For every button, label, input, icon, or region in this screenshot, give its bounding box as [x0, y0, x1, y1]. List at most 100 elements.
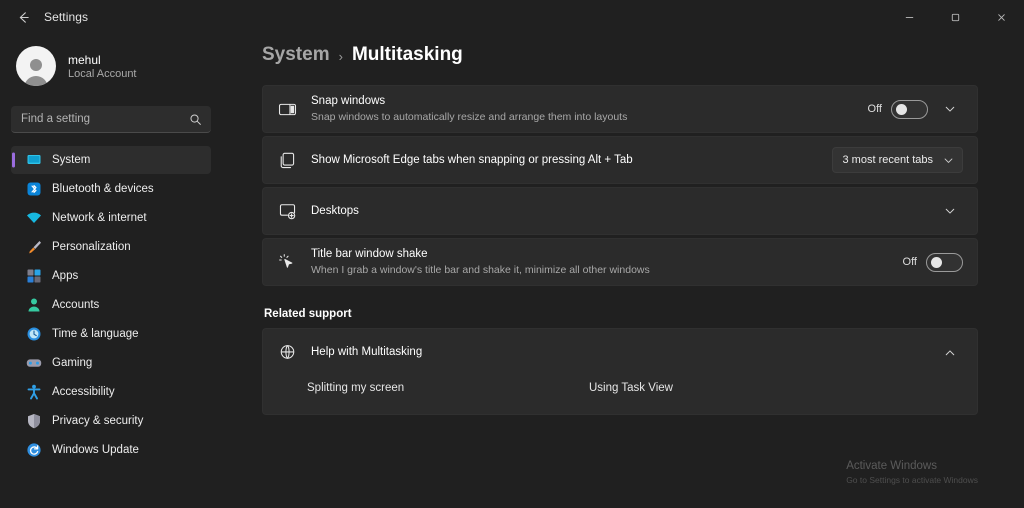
sidebar-item-network-internet[interactable]: Network & internet: [11, 204, 211, 232]
toggle-state-label: Off: [867, 103, 882, 115]
setting-controls: [937, 198, 963, 224]
title-bar: Settings: [0, 0, 1024, 34]
setting-controls: 3 most recent tabs: [831, 147, 963, 173]
setting-subtitle: When I grab a window's title bar and sha…: [311, 263, 650, 276]
setting-card-desktops[interactable]: Desktops: [262, 187, 978, 235]
activate-windows-watermark: Activate Windows Go to Settings to activ…: [846, 459, 978, 486]
setting-controls: Off: [868, 96, 963, 122]
sidebar-item-label: Network & internet: [52, 212, 147, 224]
title-bar-shake-toggle[interactable]: [926, 252, 963, 272]
setting-title: Show Microsoft Edge tabs when snapping o…: [311, 153, 633, 166]
dropdown-value: 3 most recent tabs: [842, 154, 934, 166]
account-type: Local Account: [68, 67, 137, 80]
cursor-shake-icon: [275, 250, 299, 274]
support-text: Help with Multitasking: [311, 345, 937, 360]
search-input[interactable]: [11, 106, 211, 133]
account-summary[interactable]: mehul Local Account: [11, 34, 211, 94]
setting-text: Show Microsoft Edge tabs when snapping o…: [311, 153, 832, 168]
breadcrumb-parent[interactable]: System: [262, 44, 330, 66]
close-button[interactable]: [978, 0, 1024, 34]
snap-windows-expander-chevron-down-icon[interactable]: [937, 96, 963, 122]
maximize-button[interactable]: [932, 0, 978, 34]
setting-title: Snap windows: [311, 94, 386, 107]
account-text: mehul Local Account: [68, 53, 137, 80]
help-globe-icon: [275, 341, 299, 365]
sidebar-item-windows-update[interactable]: Windows Update: [11, 436, 211, 464]
sidebar-item-label: Windows Update: [52, 444, 139, 456]
sidebar-item-label: System: [52, 154, 91, 166]
shield-icon: [25, 413, 42, 430]
support-link-splitting-my-screen[interactable]: Splitting my screen: [307, 382, 589, 394]
breadcrumb: System › Multitasking: [262, 44, 978, 66]
desktop-add-icon: [275, 199, 299, 223]
back-button[interactable]: [6, 2, 40, 32]
chevron-down-icon: [943, 155, 954, 166]
setting-text: Desktops: [311, 204, 937, 219]
edge-tabs-dropdown[interactable]: 3 most recent tabs: [831, 147, 963, 173]
page-title: Multitasking: [351, 44, 463, 65]
watermark-title: Activate Windows: [846, 460, 937, 473]
sidebar-item-label: Bluetooth & devices: [52, 183, 154, 195]
sidebar-item-label: Privacy & security: [52, 415, 144, 427]
related-support-heading: Related support: [264, 308, 352, 320]
toggle-state-label: Off: [902, 256, 917, 268]
sidebar-item-label: Accounts: [52, 299, 100, 311]
title-bar-shake-toggle-group[interactable]: Off: [902, 252, 963, 272]
setting-card-title-bar-window-shake[interactable]: Title bar window shake When I grab a win…: [262, 238, 978, 286]
apps-grid-icon: [25, 268, 42, 285]
setting-subtitle: Snap windows to automatically resize and…: [311, 110, 628, 123]
help-with-multitasking-row[interactable]: Help with Multitasking: [263, 329, 977, 376]
related-support-card: Help with Multitasking Splitting my scre…: [262, 328, 978, 415]
support-links: Splitting my screen Using Task View: [263, 376, 977, 414]
window-controls: [886, 0, 1024, 34]
sidebar-item-label: Personalization: [52, 241, 131, 253]
sidebar-item-gaming[interactable]: Gaming: [11, 349, 211, 377]
setting-title: Title bar window shake: [311, 247, 428, 260]
sidebar-item-accessibility[interactable]: Accessibility: [11, 378, 211, 406]
snap-windows-toggle-group[interactable]: Off: [867, 99, 928, 119]
setting-controls: Off: [902, 252, 963, 272]
minimize-button[interactable]: [886, 0, 932, 34]
wifi-icon: [25, 210, 42, 227]
search-icon[interactable]: [186, 110, 205, 129]
sidebar: mehul Local Account Find a setting Syste…: [0, 34, 222, 508]
paintbrush-icon: [25, 239, 42, 256]
avatar: [16, 46, 56, 86]
watermark-subtitle: Go to Settings to activate Windows: [846, 474, 978, 485]
setting-text: Title bar window shake When I grab a win…: [311, 247, 903, 278]
support-title: Help with Multitasking: [311, 346, 423, 359]
sidebar-item-bluetooth-devices[interactable]: Bluetooth & devices: [11, 175, 211, 203]
snap-windows-toggle[interactable]: [891, 99, 928, 119]
tabs-stack-icon: [275, 148, 299, 172]
sidebar-item-privacy-security[interactable]: Privacy & security: [11, 407, 211, 435]
setting-title: Desktops: [311, 204, 359, 217]
sidebar-nav: System Bluetooth & devices Network & int…: [11, 146, 211, 464]
sidebar-item-apps[interactable]: Apps: [11, 262, 211, 290]
sidebar-item-label: Apps: [52, 270, 79, 282]
snap-layout-icon: [275, 97, 299, 121]
sidebar-item-accounts[interactable]: Accounts: [11, 291, 211, 319]
account-name: mehul: [68, 52, 101, 67]
breadcrumb-separator-icon: ›: [338, 49, 343, 64]
person-icon: [25, 297, 42, 314]
search-container: [11, 106, 211, 133]
setting-text: Snap windows Snap windows to automatical…: [311, 94, 868, 125]
sidebar-item-system[interactable]: System: [11, 146, 211, 174]
content-area: System › Multitasking Snap windows Snap …: [222, 34, 1024, 508]
help-expander-chevron-up-icon[interactable]: [937, 340, 963, 366]
window-title: Settings: [44, 10, 89, 24]
gamepad-icon: [25, 355, 42, 372]
clock-globe-icon: [25, 326, 42, 343]
desktops-expander-chevron-down-icon[interactable]: [937, 198, 963, 224]
support-link-using-task-view[interactable]: Using Task View: [589, 382, 871, 394]
setting-card-snap-windows[interactable]: Snap windows Snap windows to automatical…: [262, 85, 978, 133]
settings-window: Settings mehul Local Account Find a sett…: [0, 0, 1024, 508]
sidebar-item-personalization[interactable]: Personalization: [11, 233, 211, 261]
monitor-icon: [25, 152, 42, 169]
sidebar-item-label: Gaming: [52, 357, 93, 369]
setting-card-edge-tabs[interactable]: Show Microsoft Edge tabs when snapping o…: [262, 136, 978, 184]
update-refresh-icon: [25, 442, 42, 459]
sidebar-item-label: Accessibility: [52, 386, 115, 398]
accessibility-person-icon: [25, 384, 42, 401]
sidebar-item-time-language[interactable]: Time & language: [11, 320, 211, 348]
